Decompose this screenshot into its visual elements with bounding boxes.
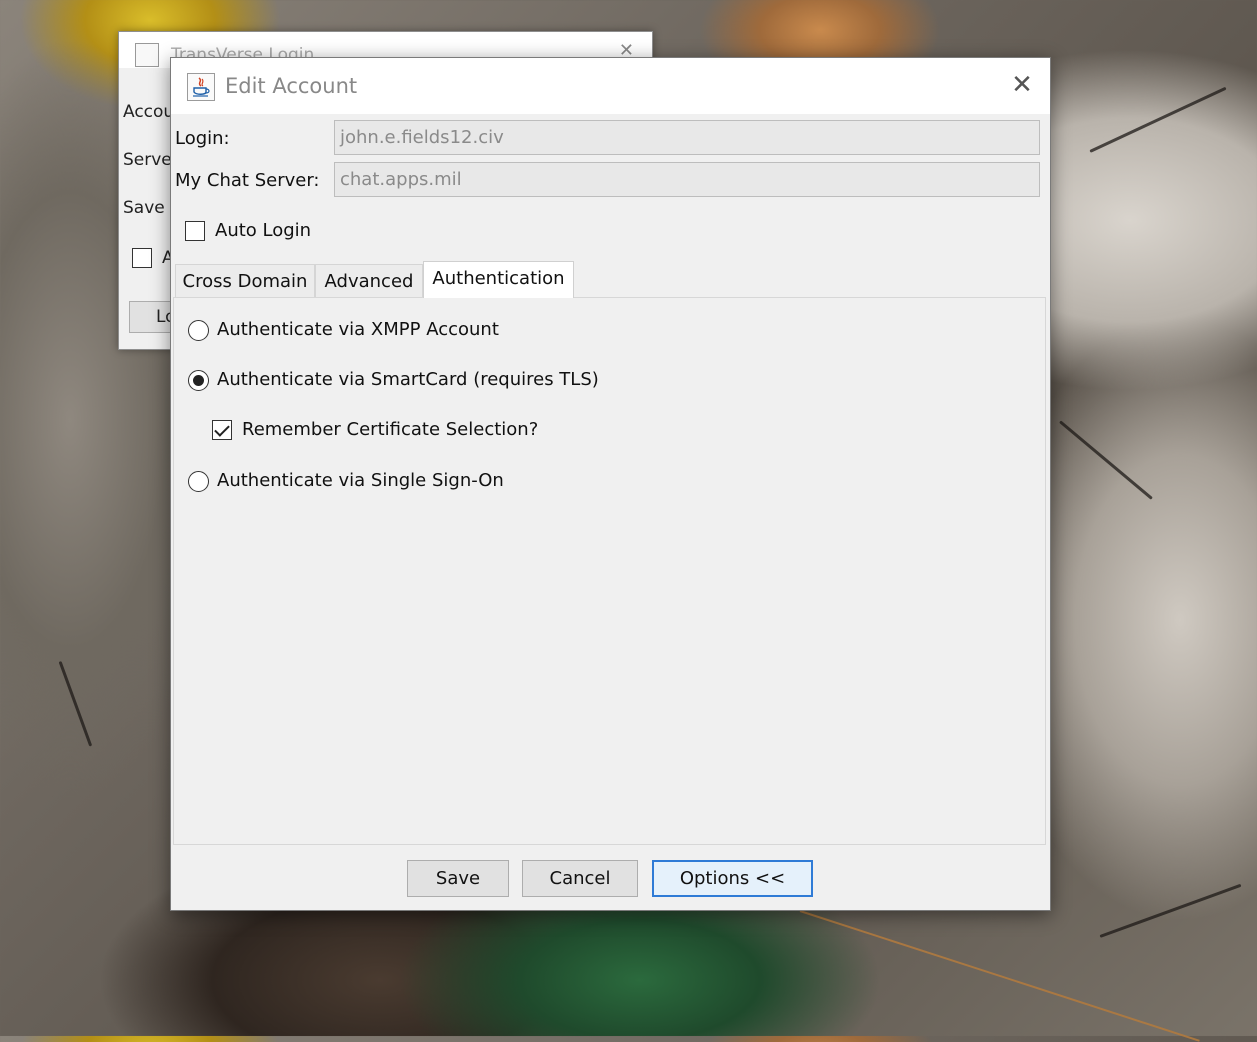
smartcard-label[interactable]: Authenticate via SmartCard (requires TLS… bbox=[217, 369, 599, 390]
cancel-button[interactable]: Cancel bbox=[522, 860, 638, 897]
dialog-titlebar[interactable]: Edit Account ✕ bbox=[171, 58, 1050, 114]
tab-advanced[interactable]: Advanced bbox=[315, 264, 423, 297]
remember-certificate-checkbox[interactable] bbox=[212, 420, 232, 440]
background-label-server: Serve bbox=[123, 150, 172, 170]
background-crack bbox=[1089, 86, 1227, 153]
smartcard-radio[interactable] bbox=[188, 370, 209, 391]
background-crack bbox=[58, 660, 93, 747]
chat-server-label: My Chat Server: bbox=[175, 170, 320, 191]
tab-authentication[interactable]: Authentication bbox=[423, 261, 574, 298]
options-button[interactable]: Options << bbox=[652, 860, 813, 897]
save-button[interactable]: Save bbox=[407, 860, 509, 897]
remember-certificate-label[interactable]: Remember Certificate Selection? bbox=[242, 419, 538, 440]
tab-cross-domain[interactable]: Cross Domain bbox=[175, 264, 315, 297]
java-icon bbox=[135, 43, 159, 67]
close-icon[interactable]: ✕ bbox=[1005, 68, 1039, 102]
chat-server-field[interactable]: chat.apps.mil bbox=[334, 162, 1040, 197]
single-sign-on-label[interactable]: Authenticate via Single Sign-On bbox=[217, 470, 504, 491]
background-checkbox[interactable] bbox=[132, 248, 152, 268]
edit-account-dialog: Edit Account ✕ Login: john.e.fields12.ci… bbox=[170, 57, 1051, 911]
java-icon bbox=[187, 73, 215, 101]
login-label: Login: bbox=[175, 128, 230, 149]
auto-login-checkbox[interactable] bbox=[185, 221, 205, 241]
dialog-title: Edit Account bbox=[225, 74, 358, 98]
single-sign-on-radio[interactable] bbox=[188, 471, 209, 492]
xmpp-account-radio[interactable] bbox=[188, 320, 209, 341]
auto-login-label[interactable]: Auto Login bbox=[215, 220, 311, 241]
background-crack bbox=[1059, 420, 1153, 500]
background-label-account: Accou bbox=[123, 102, 175, 122]
background-label-save: Save bbox=[123, 198, 165, 218]
background-crack bbox=[1099, 883, 1242, 938]
xmpp-account-label[interactable]: Authenticate via XMPP Account bbox=[217, 319, 499, 340]
login-field[interactable]: john.e.fields12.civ bbox=[334, 120, 1040, 155]
background-straw bbox=[799, 910, 1200, 1042]
